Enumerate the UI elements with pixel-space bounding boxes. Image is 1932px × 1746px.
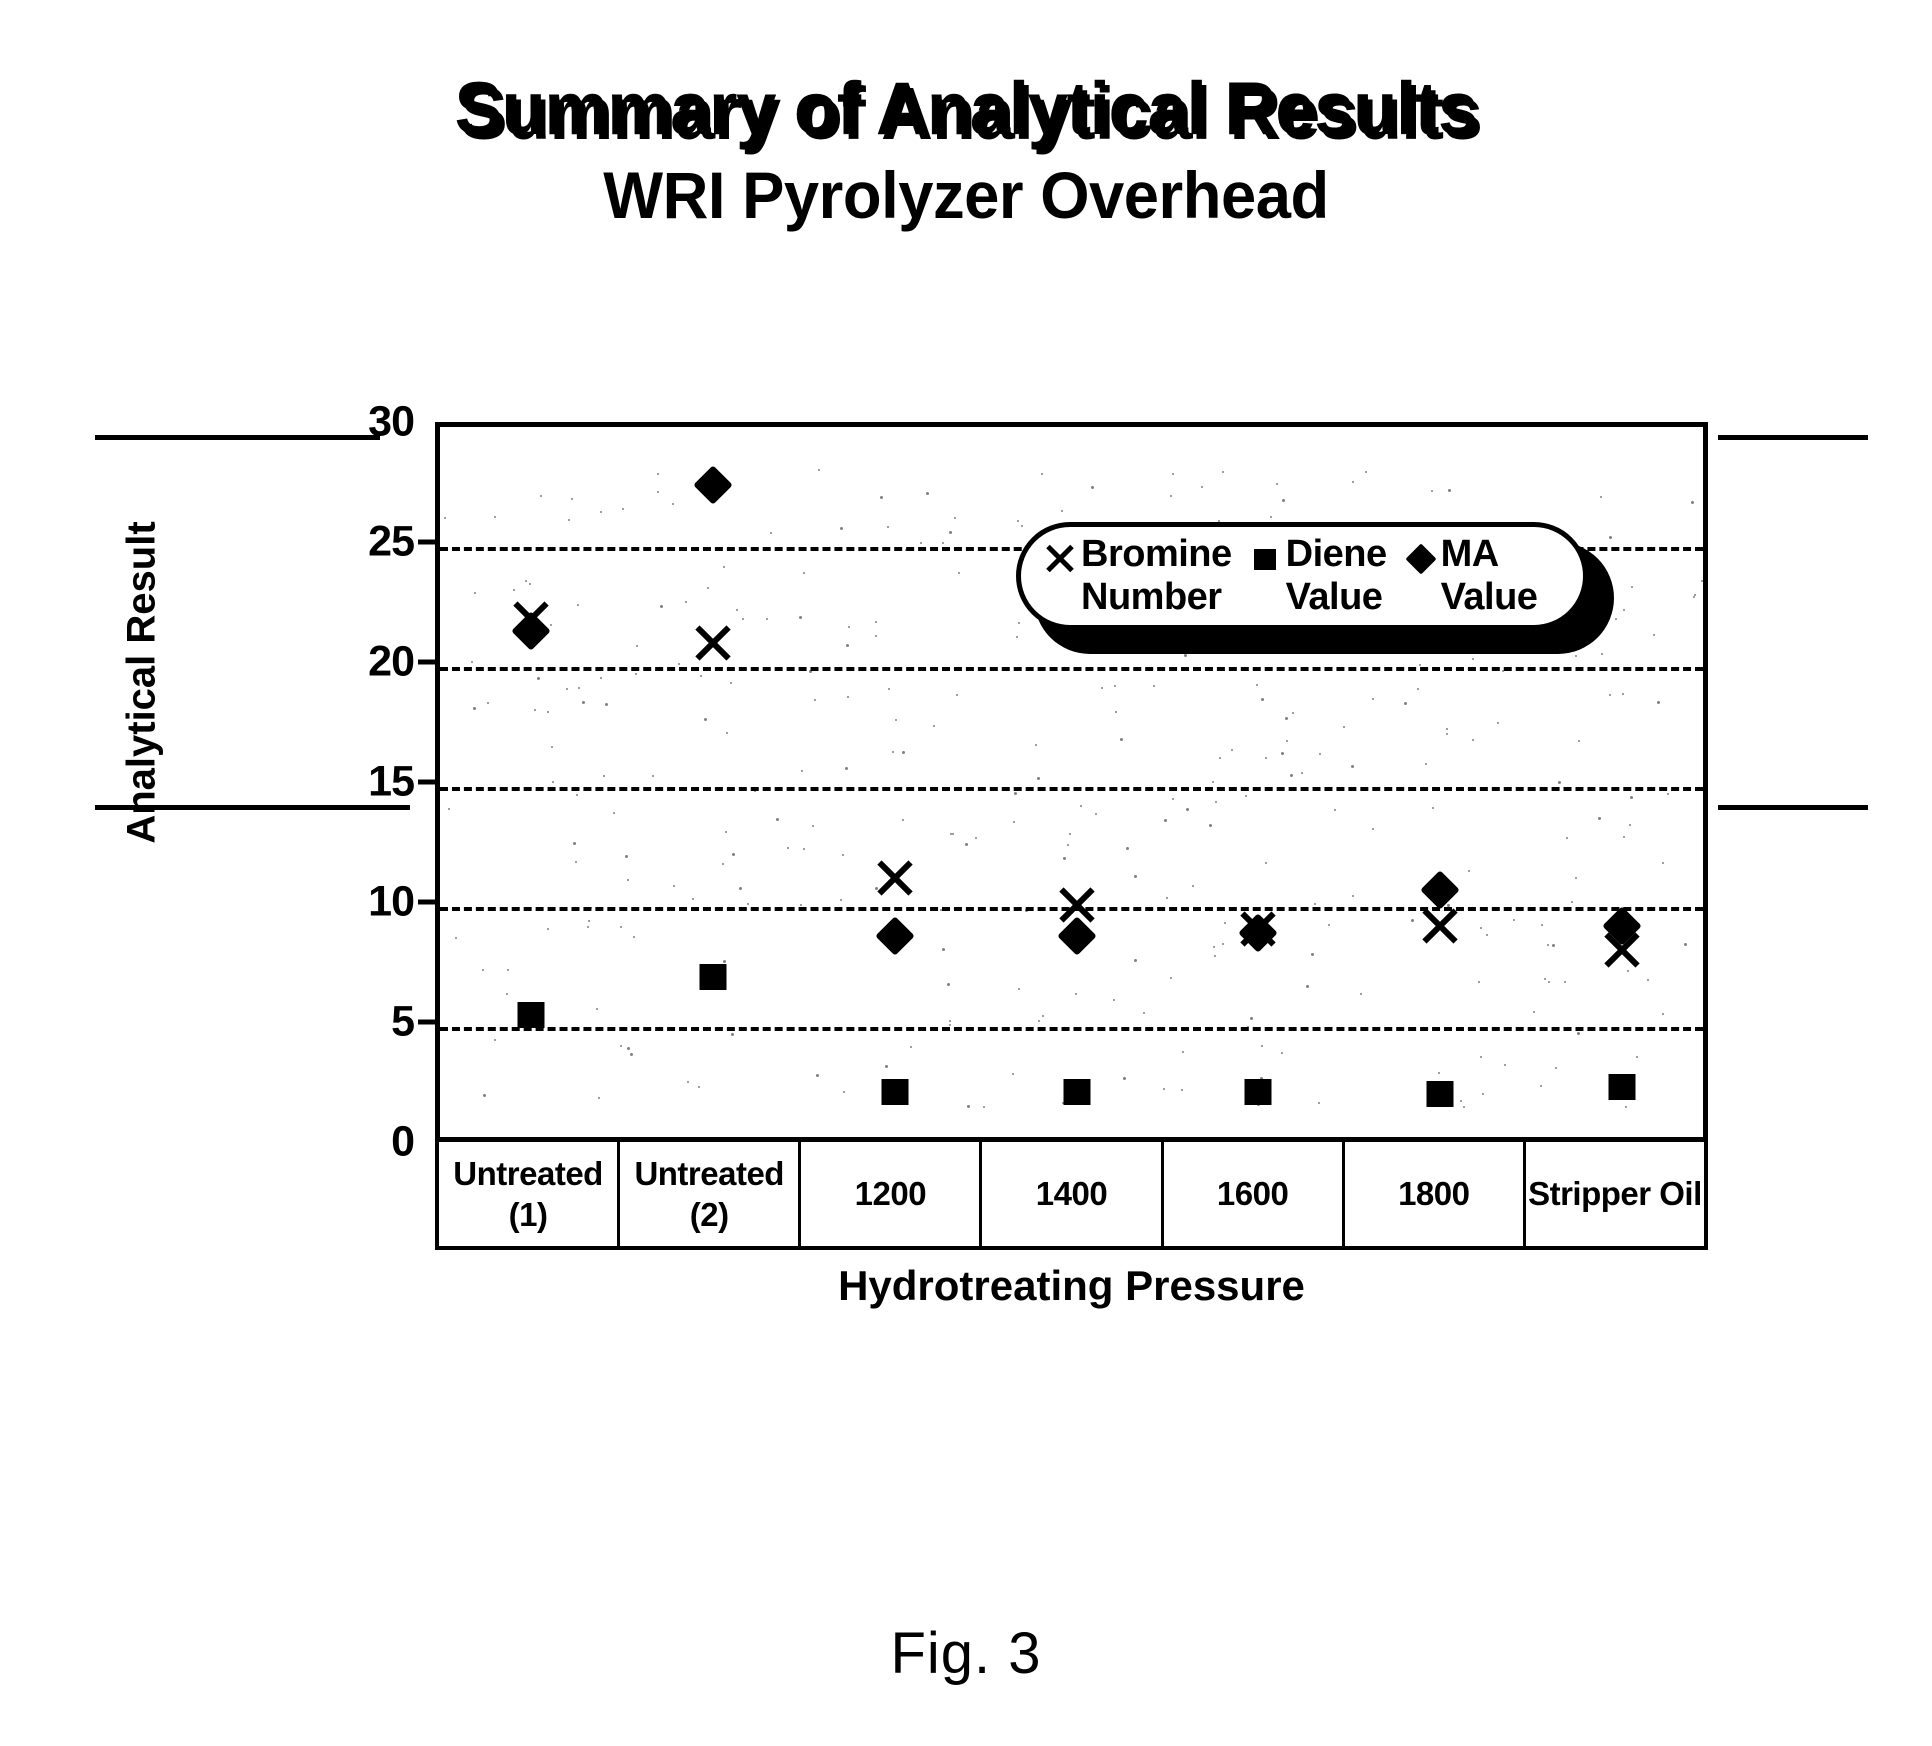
legend-label-line2: Value (1440, 576, 1538, 618)
y-axis-tick-label: 10 (368, 877, 415, 926)
x-axis-category-line1: Stripper Oil (1528, 1175, 1702, 1213)
y-axis-tick-mark (418, 1019, 435, 1025)
gridline (440, 787, 1703, 791)
y-axis-tick-label: 0 (391, 1117, 415, 1166)
y-axis-tick-label: 25 (368, 517, 415, 566)
x-axis-category-line1: Untreated (634, 1154, 784, 1192)
square-marker (699, 963, 727, 990)
figure-caption: Fig. 3 (890, 1621, 1042, 1686)
diamond-icon (1403, 539, 1437, 573)
x-axis-category-cell: 1600 (1164, 1142, 1345, 1246)
gridline (440, 667, 1703, 671)
x-axis-category-line1: 1200 (854, 1175, 927, 1213)
x-axis-category-cell: Untreated (2) (620, 1142, 802, 1246)
y-axis-tick-mark (418, 779, 435, 785)
x-axis-category-line1: Untreated (453, 1154, 603, 1192)
cross-marker (1421, 907, 1459, 945)
page-rule-top-right (1718, 435, 1868, 440)
legend-label-line1: Diene (1285, 532, 1387, 575)
square-icon (1248, 539, 1282, 573)
x-axis-label: Hydrotreating Pressure (838, 1262, 1305, 1309)
x-axis-category-line1: 1600 (1216, 1175, 1289, 1213)
y-axis-label: Analytical Result (119, 521, 164, 844)
x-axis-category-line1: 1400 (1035, 1175, 1108, 1213)
legend-box: Bromine Number Diene Value MA Value (1016, 522, 1588, 630)
legend-label-line2: Value (1285, 576, 1383, 618)
diamond-marker (692, 464, 733, 505)
y-axis-tick-mark (418, 659, 435, 665)
y-axis-tick-label: 5 (391, 997, 415, 1046)
chart: Analytical Result 30 25 20 15 10 5 0 Bromine N… (0, 0, 1932, 1400)
square-marker (1063, 1078, 1090, 1105)
legend: Bromine Number Diene Value MA Value (1016, 522, 1614, 654)
x-axis-category-line1: 1800 (1398, 1175, 1470, 1213)
legend-label-line1: MA (1440, 532, 1500, 575)
legend-label-ma-value: MA Value (1441, 533, 1538, 620)
cross-marker (694, 624, 732, 662)
legend-item-diene-value: Diene Value (1248, 533, 1387, 620)
square-marker (517, 1002, 545, 1028)
cross-icon (1043, 539, 1077, 573)
y-axis-tick-label: 15 (368, 757, 415, 806)
legend-label-bromine-number: Bromine Number (1081, 533, 1232, 620)
x-axis-category-cell: Stripper Oil (1526, 1142, 1704, 1246)
page-rule-mid-right (1718, 805, 1868, 810)
x-axis-category-cell: 1800 (1345, 1142, 1526, 1246)
legend-label-diene-value: Diene Value (1286, 533, 1387, 620)
cross-marker (876, 859, 914, 897)
square-marker (1244, 1078, 1272, 1105)
gridline (440, 1027, 1703, 1031)
legend-item-ma-value: MA Value (1403, 533, 1538, 620)
x-axis-category-table: Untreated (1) Untreated (2) 1200 1400 1600 1800… (435, 1142, 1708, 1250)
x-axis-category-cell: 1400 (982, 1142, 1164, 1246)
diamond-marker (1420, 870, 1461, 910)
y-axis-tick-label: 30 (368, 397, 415, 446)
square-marker (1608, 1074, 1636, 1100)
square-marker (881, 1078, 909, 1105)
x-axis-category-cell: 1200 (801, 1142, 983, 1246)
y-axis-tick-mark (418, 899, 435, 905)
legend-label-line2: Number (1081, 576, 1222, 618)
x-axis-category-line2: (2) (689, 1196, 729, 1233)
legend-item-bromine-number: Bromine Number (1043, 533, 1232, 620)
x-axis-category-line2: (1) (508, 1196, 548, 1233)
legend-label-line1: Bromine (1081, 532, 1232, 575)
diamond-marker (874, 915, 915, 956)
square-marker (1426, 1081, 1454, 1108)
y-axis-tick-label: 20 (368, 637, 415, 686)
y-axis-tick-mark (418, 539, 435, 545)
x-axis-category-cell: Untreated (1) (439, 1142, 621, 1246)
